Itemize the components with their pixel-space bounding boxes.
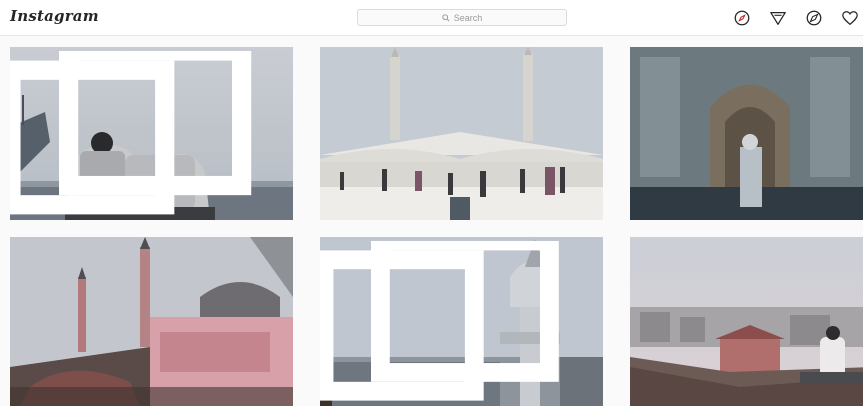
compass-icon[interactable] (733, 9, 751, 27)
heart-icon[interactable] (841, 9, 859, 27)
search-placeholder: Search (453, 12, 483, 23)
search-input[interactable]: Search (357, 9, 567, 26)
post-tile[interactable] (10, 47, 293, 220)
nav-icons (733, 8, 863, 28)
post-tile[interactable] (630, 237, 863, 406)
post-image (320, 47, 603, 220)
carousel-badge-icon (320, 241, 559, 401)
instagram-logo[interactable]: Instagram (10, 7, 99, 25)
top-nav-bar: Instagram Search (0, 0, 863, 36)
post-image (10, 237, 293, 406)
post-tile[interactable] (320, 47, 603, 220)
search-icon (442, 13, 450, 22)
explore-icon[interactable] (805, 9, 823, 27)
post-tile[interactable] (630, 47, 863, 220)
post-tile[interactable] (320, 237, 603, 406)
post-tile[interactable] (10, 237, 293, 406)
post-image (630, 47, 863, 220)
post-image (630, 237, 863, 406)
send-icon[interactable] (769, 9, 787, 27)
carousel-badge-icon (10, 51, 252, 215)
